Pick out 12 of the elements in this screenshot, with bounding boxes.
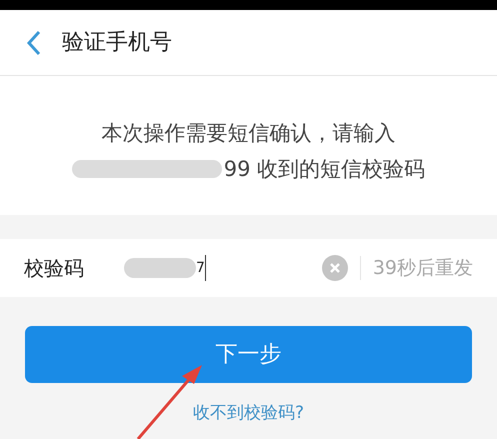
resend-button[interactable]: 39秒后重发 — [372, 254, 473, 282]
message-text: 本次操作需要短信确认，请输入 — [102, 120, 396, 147]
next-button[interactable]: 下一步 — [25, 326, 472, 383]
help-link[interactable]: 收不到校验码? — [192, 401, 304, 426]
code-input-field[interactable]: 7 — [124, 248, 322, 288]
back-icon — [26, 30, 42, 56]
clear-button[interactable] — [322, 255, 348, 281]
message-text: 99 收到的短信校验码 — [224, 156, 426, 182]
page-title: 验证手机号 — [62, 29, 172, 57]
code-label: 校验码 — [24, 255, 85, 282]
close-icon — [328, 262, 341, 274]
redaction-mark — [124, 258, 196, 278]
